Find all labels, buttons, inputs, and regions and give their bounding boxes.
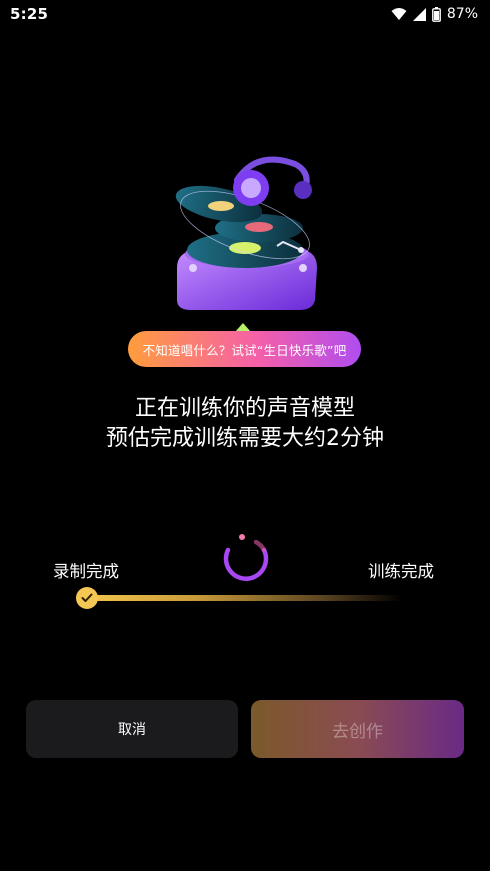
wifi-icon (391, 8, 407, 20)
training-title: 正在训练你的声音模型 预估完成训练需要大约2分钟 (0, 394, 490, 454)
battery-icon (431, 6, 441, 22)
turntable-headphones-icon (165, 150, 325, 315)
status-time: 5:25 (10, 5, 49, 23)
title-line-1: 正在训练你的声音模型 (134, 396, 355, 421)
title-line-2: 预估完成训练需要大约2分钟 (106, 426, 384, 451)
tooltip-text: 不知道唱什么？试试“生日快乐歌”吧 (128, 331, 361, 367)
go-create-button[interactable]: 去创作 (251, 700, 464, 758)
status-icons: 87% (391, 4, 478, 24)
cancel-button[interactable]: 取消 (26, 700, 238, 758)
hint-tooltip: 不知道唱什么？试试“生日快乐歌”吧 (128, 323, 361, 369)
progress-track (86, 595, 402, 601)
check-icon (76, 587, 98, 609)
signal-icon (412, 7, 426, 21)
loading-spinner-icon (220, 532, 270, 582)
recording-complete-label: 录制完成 (53, 562, 119, 581)
training-complete-label: 训练完成 (368, 562, 434, 581)
battery-percent: 87% (446, 6, 478, 22)
status-bar: 5:25 87% (0, 0, 490, 28)
